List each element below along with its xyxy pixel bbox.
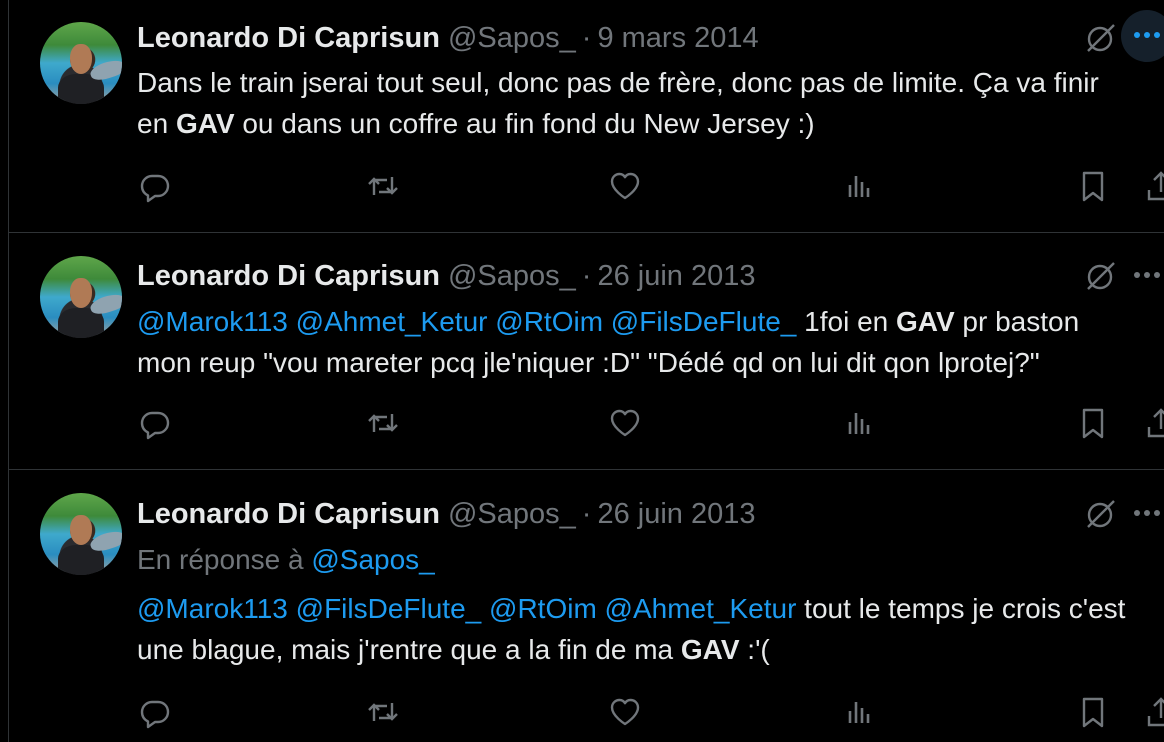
like-icon[interactable] xyxy=(605,403,645,443)
grok-icon[interactable] xyxy=(1083,20,1119,56)
tweet-actions xyxy=(9,403,1164,443)
mention-link[interactable]: @Marok113 xyxy=(137,593,288,624)
avatar[interactable] xyxy=(40,256,122,338)
avatar[interactable] xyxy=(40,493,122,575)
mention-link[interactable]: @RtOim xyxy=(495,306,603,337)
tweet-text: @Marok113 @Ahmet_Ketur @RtOim @FilsDeFlu… xyxy=(137,306,1080,378)
more-icon[interactable] xyxy=(1121,10,1164,62)
mention-link[interactable]: @RtOim xyxy=(489,593,597,624)
bookmark-icon[interactable] xyxy=(1073,166,1113,206)
share-icon[interactable] xyxy=(1141,166,1164,206)
grok-icon[interactable] xyxy=(1083,258,1119,294)
highlight-term: GAV xyxy=(175,108,235,139)
retweet-icon[interactable] xyxy=(363,692,403,732)
more-icon[interactable] xyxy=(1121,488,1164,540)
tweet[interactable]: Leonardo Di Caprisun @Sapos_ · 9 mars 2014… xyxy=(9,0,1164,233)
reply-context: En réponse à @Sapos_ xyxy=(137,544,435,575)
author-name[interactable]: Leonardo Di Caprisun xyxy=(137,260,440,292)
separator: · xyxy=(581,22,592,54)
mention-link[interactable]: @Ahmet_Ketur xyxy=(605,593,797,624)
share-icon[interactable] xyxy=(1141,403,1164,443)
views-icon[interactable] xyxy=(839,403,879,443)
tweet[interactable]: Leonardo Di Caprisun @Sapos_ · 26 juin 201… xyxy=(9,233,1164,470)
views-icon[interactable] xyxy=(839,166,879,206)
tweet-header: Leonardo Di Caprisun @Sapos_ · 26 juin 201… xyxy=(137,258,755,294)
bookmark-icon[interactable] xyxy=(1073,403,1113,443)
mention-link[interactable]: @Marok113 xyxy=(137,306,288,337)
author-handle[interactable]: @Sapos_ xyxy=(448,22,576,54)
author-handle[interactable]: @Sapos_ xyxy=(448,498,576,530)
retweet-icon[interactable] xyxy=(363,166,403,206)
tweet-date[interactable]: 26 juin 2013 xyxy=(597,260,755,292)
tweet-date[interactable]: 9 mars 2014 xyxy=(597,22,758,54)
highlight-term: GAV xyxy=(680,634,740,665)
retweet-icon[interactable] xyxy=(363,403,403,443)
bookmark-icon[interactable] xyxy=(1073,692,1113,732)
tweet-text: @Marok113 @FilsDeFlute_ @RtOim @Ahmet_Ke… xyxy=(137,593,1126,665)
reply-icon[interactable] xyxy=(135,166,175,206)
grok-icon[interactable] xyxy=(1083,496,1119,532)
views-icon[interactable] xyxy=(839,692,879,732)
tweet-header: Leonardo Di Caprisun @Sapos_ · 9 mars 2014 xyxy=(137,20,759,56)
author-name[interactable]: Leonardo Di Caprisun xyxy=(137,22,440,54)
tweet-feed: Leonardo Di Caprisun @Sapos_ · 9 mars 2014… xyxy=(8,0,1164,742)
mention-link[interactable]: @FilsDeFlute_ xyxy=(611,306,797,337)
highlight-term: GAV xyxy=(896,306,955,337)
share-icon[interactable] xyxy=(1141,692,1164,732)
tweet-date[interactable]: 26 juin 2013 xyxy=(597,498,755,530)
mention-link[interactable]: @FilsDeFlute_ xyxy=(296,593,482,624)
separator: · xyxy=(581,498,592,530)
more-icon[interactable] xyxy=(1121,250,1164,302)
tweet-actions xyxy=(9,692,1164,732)
separator: · xyxy=(581,260,592,292)
reply-to-link[interactable]: @Sapos_ xyxy=(311,544,434,575)
tweet-header: Leonardo Di Caprisun @Sapos_ · 26 juin 201… xyxy=(137,496,755,532)
tweet-actions xyxy=(9,166,1164,206)
tweet[interactable]: Leonardo Di Caprisun @Sapos_ · 26 juin 201… xyxy=(9,470,1164,742)
author-name[interactable]: Leonardo Di Caprisun xyxy=(137,498,440,530)
reply-icon[interactable] xyxy=(135,403,175,443)
reply-icon[interactable] xyxy=(135,692,175,732)
like-icon[interactable] xyxy=(605,692,645,732)
like-icon[interactable] xyxy=(605,166,645,206)
avatar[interactable] xyxy=(40,22,122,104)
tweet-text: Dans le train jserai tout seul, donc pas… xyxy=(137,67,1099,139)
author-handle[interactable]: @Sapos_ xyxy=(448,260,576,292)
mention-link[interactable]: @Ahmet_Ketur xyxy=(296,306,488,337)
